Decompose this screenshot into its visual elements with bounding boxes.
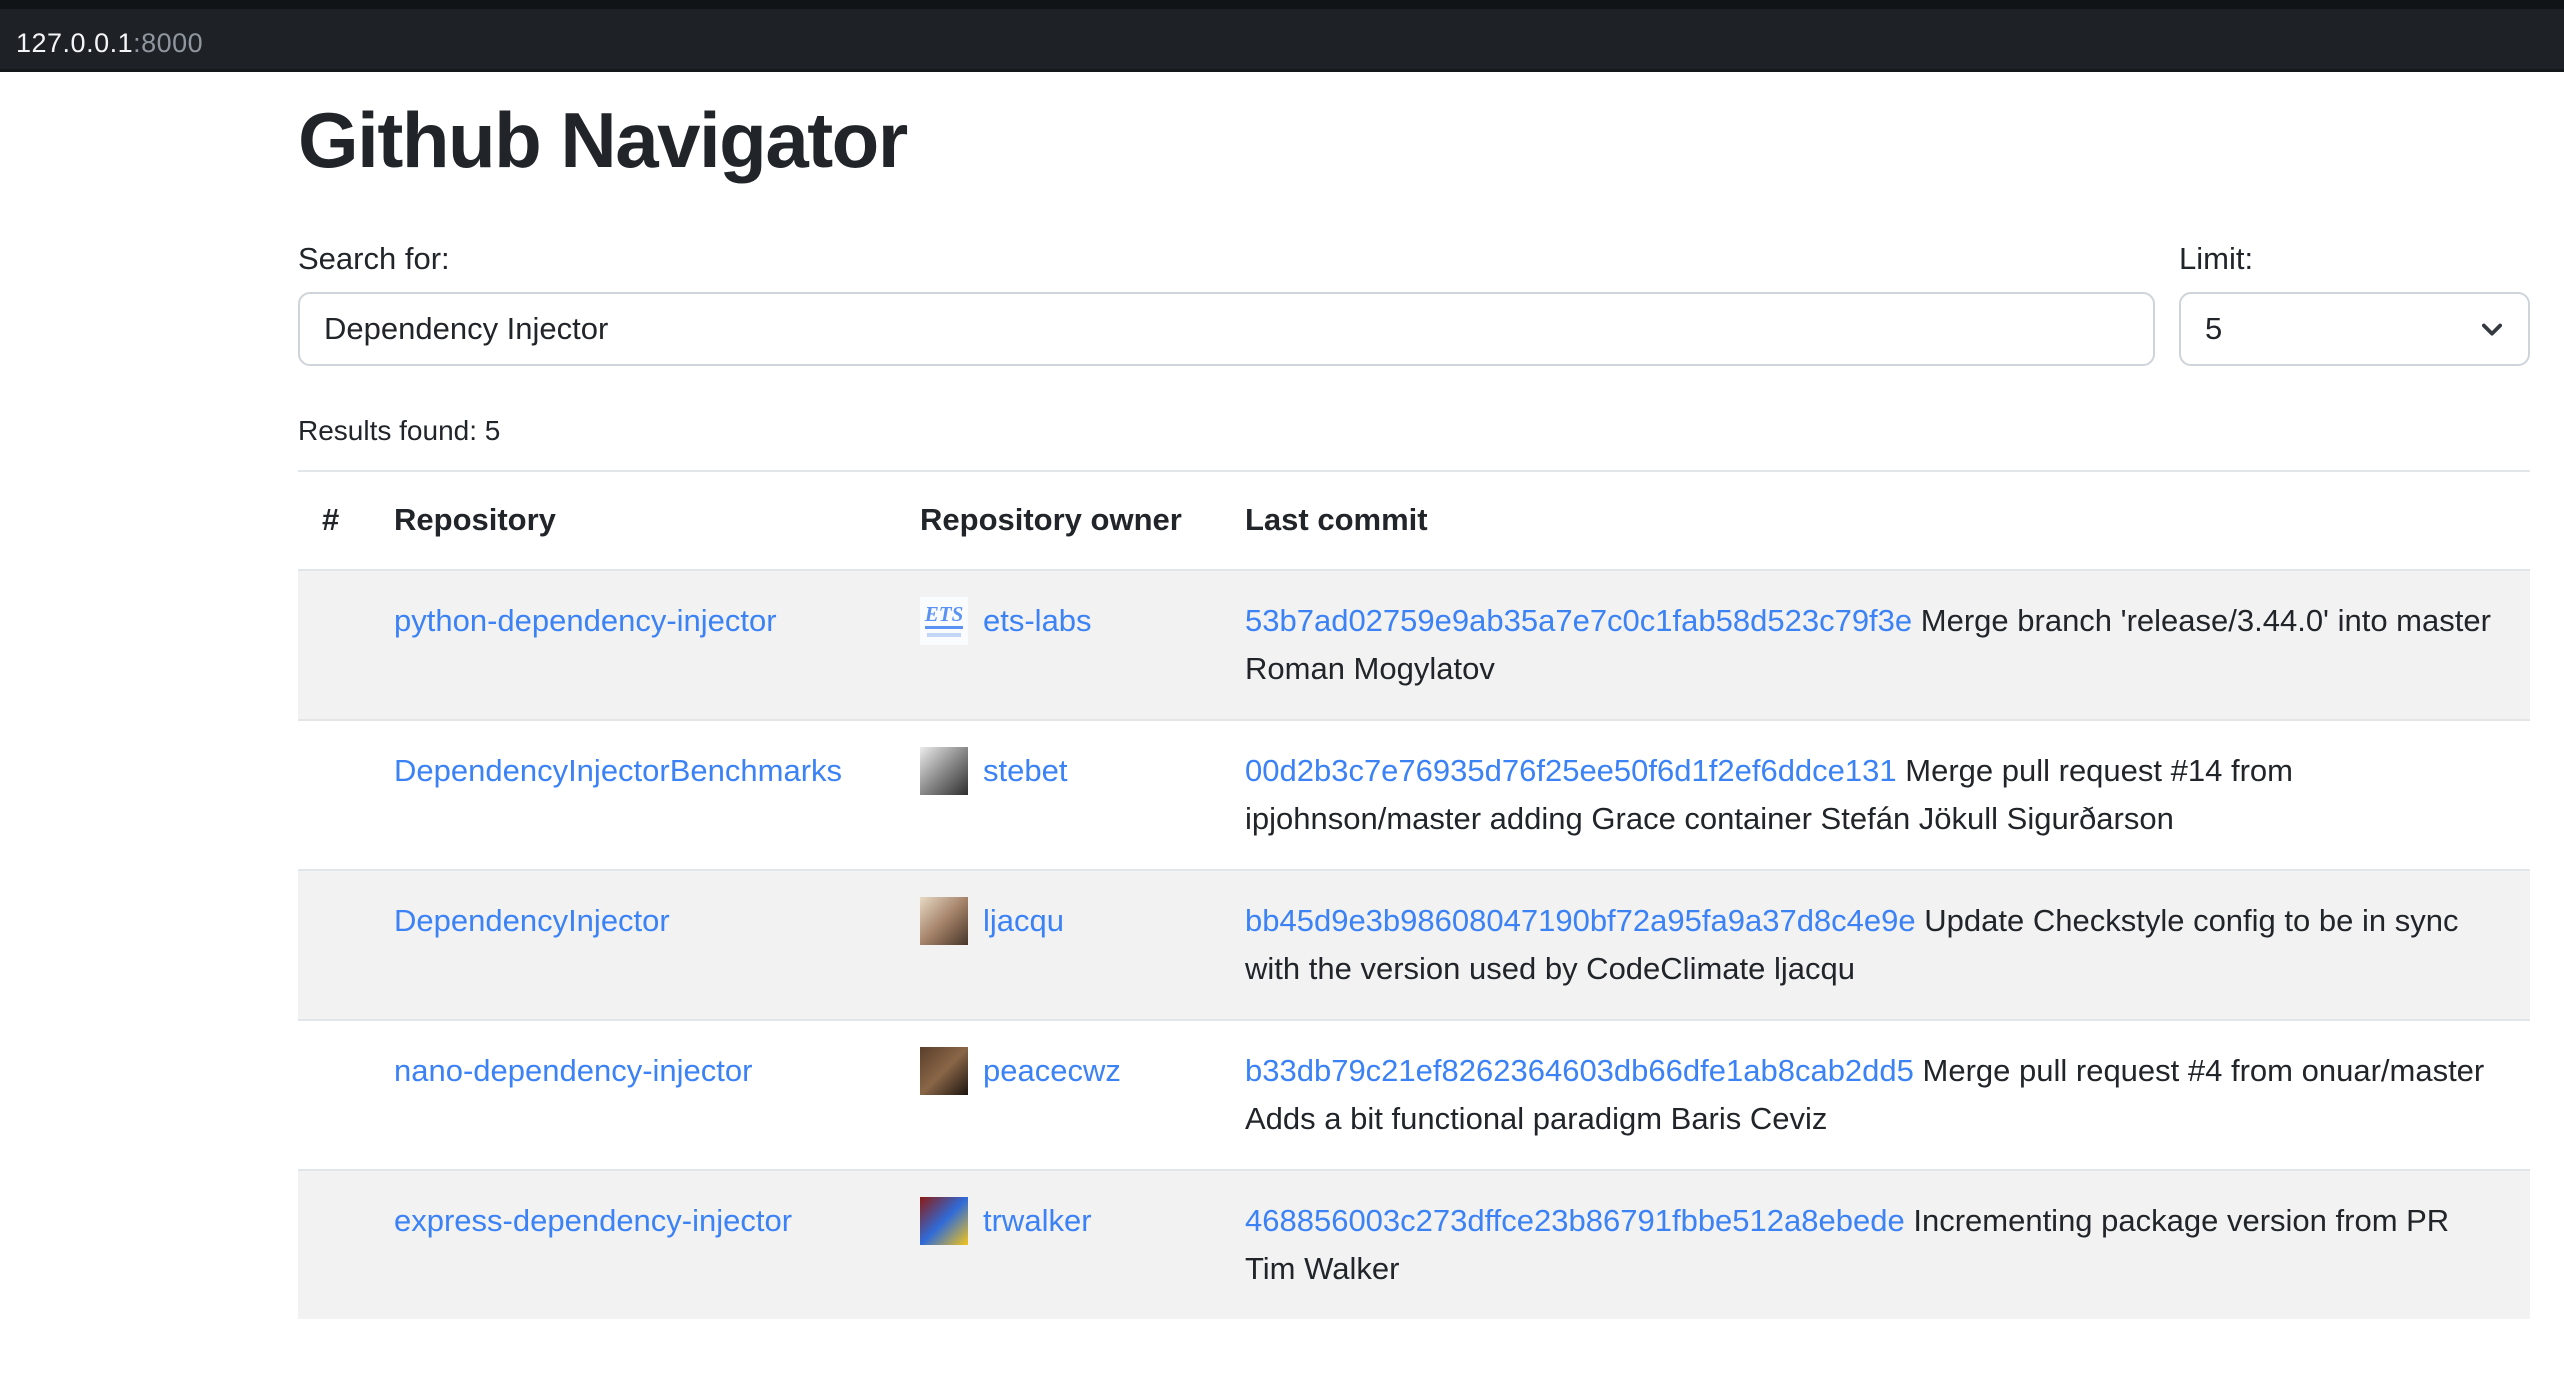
commit-hash-link[interactable]: 468856003c273dffce23b86791fbbe512a8ebede bbox=[1245, 1203, 1905, 1238]
table-row: DependencyInjectorBenchmarks stebet 00d2… bbox=[298, 720, 2530, 870]
commit-hash-link[interactable]: b33db79c21ef8262364603db66dfe1ab8cab2dd5 bbox=[1245, 1053, 1914, 1088]
owner-link[interactable]: stebet bbox=[983, 747, 1067, 795]
col-header-repository: Repository bbox=[370, 471, 896, 570]
url-text[interactable]: 127.0.0.1:8000 bbox=[16, 30, 203, 57]
results-count: Results found: 5 bbox=[298, 410, 2530, 452]
repository-cell: express-dependency-injector bbox=[370, 1170, 896, 1319]
commit-hash-link[interactable]: 00d2b3c7e76935d76f25ee50f6d1f2ef6ddce131 bbox=[1245, 753, 1897, 788]
repositories-table: # Repository Repository owner Last commi… bbox=[298, 470, 2530, 1319]
owner-cell: ljacqu bbox=[896, 870, 1221, 1020]
url-host: 127.0.0.1 bbox=[16, 28, 133, 58]
owner-cell: stebet bbox=[896, 720, 1221, 870]
url-port: :8000 bbox=[133, 28, 203, 58]
owner-cell: trwalker bbox=[896, 1170, 1221, 1319]
page-title: Github Navigator bbox=[298, 96, 2530, 186]
repository-cell: DependencyInjector bbox=[370, 870, 896, 1020]
owner-avatar: ETS bbox=[920, 597, 968, 645]
row-number-cell bbox=[298, 1170, 370, 1319]
owner-avatar bbox=[920, 1047, 968, 1095]
repository-cell: nano-dependency-injector bbox=[370, 1020, 896, 1170]
commit-hash-link[interactable]: 53b7ad02759e9ab35a7e7c0c1fab58d523c79f3e bbox=[1245, 603, 1912, 638]
owner-link[interactable]: ljacqu bbox=[983, 897, 1064, 945]
search-form: Search for: Limit: 5 bbox=[298, 236, 2530, 367]
last-commit-cell: 00d2b3c7e76935d76f25ee50f6d1f2ef6ddce131… bbox=[1221, 720, 2530, 870]
row-number-cell bbox=[298, 870, 370, 1020]
search-field-group: Search for: bbox=[298, 236, 2155, 367]
repository-link[interactable]: DependencyInjectorBenchmarks bbox=[394, 753, 842, 788]
row-number-cell bbox=[298, 720, 370, 870]
table-row: DependencyInjector ljacqu bb45d9e3b98608… bbox=[298, 870, 2530, 1020]
repository-link[interactable]: DependencyInjector bbox=[394, 903, 670, 938]
owner-link[interactable]: peacecwz bbox=[983, 1047, 1121, 1095]
last-commit-cell: b33db79c21ef8262364603db66dfe1ab8cab2dd5… bbox=[1221, 1020, 2530, 1170]
table-header-row: # Repository Repository owner Last commi… bbox=[298, 471, 2530, 570]
row-number-cell bbox=[298, 570, 370, 720]
repository-link[interactable]: python-dependency-injector bbox=[394, 603, 777, 638]
col-header-owner: Repository owner bbox=[896, 471, 1221, 570]
page: 127.0.0.1:8000 Github Navigator Search f… bbox=[0, 0, 2564, 1394]
table-row: python-dependency-injector ETS ets-labs … bbox=[298, 570, 2530, 720]
repository-link[interactable]: nano-dependency-injector bbox=[394, 1053, 752, 1088]
table-row: express-dependency-injector trwalker 468… bbox=[298, 1170, 2530, 1319]
owner-avatar bbox=[920, 897, 968, 945]
search-label: Search for: bbox=[298, 236, 2155, 283]
limit-selected-value: 5 bbox=[2205, 311, 2222, 347]
owner-link[interactable]: ets-labs bbox=[983, 597, 1092, 645]
chevron-down-icon bbox=[2478, 315, 2506, 343]
repository-link[interactable]: express-dependency-injector bbox=[394, 1203, 792, 1238]
owner-link[interactable]: trwalker bbox=[983, 1197, 1092, 1245]
limit-select[interactable]: 5 bbox=[2179, 292, 2530, 366]
col-header-num: # bbox=[298, 471, 370, 570]
last-commit-cell: bb45d9e3b98608047190bf72a95fa9a37d8c4e9e… bbox=[1221, 870, 2530, 1020]
last-commit-cell: 53b7ad02759e9ab35a7e7c0c1fab58d523c79f3e… bbox=[1221, 570, 2530, 720]
commit-hash-link[interactable]: bb45d9e3b98608047190bf72a95fa9a37d8c4e9e bbox=[1245, 903, 1916, 938]
repository-cell: DependencyInjectorBenchmarks bbox=[370, 720, 896, 870]
owner-avatar bbox=[920, 1197, 968, 1245]
owner-avatar bbox=[920, 747, 968, 795]
limit-label: Limit: bbox=[2179, 236, 2530, 283]
table-row: nano-dependency-injector peacecwz b33db7… bbox=[298, 1020, 2530, 1170]
last-commit-cell: 468856003c273dffce23b86791fbbe512a8ebede… bbox=[1221, 1170, 2530, 1319]
main-content: Github Navigator Search for: Limit: 5 Re… bbox=[0, 96, 2564, 1319]
search-input[interactable] bbox=[298, 292, 2155, 366]
row-number-cell bbox=[298, 1020, 370, 1170]
limit-field-group: Limit: 5 bbox=[2179, 236, 2530, 367]
owner-cell: ETS ets-labs bbox=[896, 570, 1221, 720]
browser-address-bar[interactable]: 127.0.0.1:8000 bbox=[0, 0, 2564, 72]
owner-cell: peacecwz bbox=[896, 1020, 1221, 1170]
col-header-last-commit: Last commit bbox=[1221, 471, 2530, 570]
repository-cell: python-dependency-injector bbox=[370, 570, 896, 720]
